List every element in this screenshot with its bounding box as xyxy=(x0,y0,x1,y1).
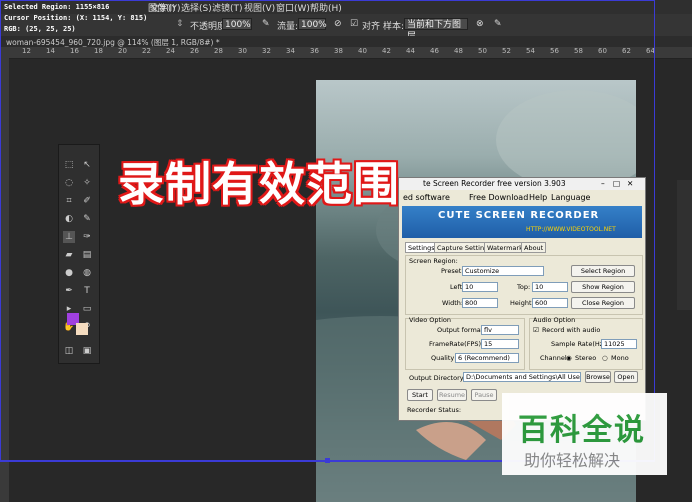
close-icon[interactable]: ✕ xyxy=(627,178,633,190)
lasso-tool-icon[interactable]: ◌ xyxy=(63,177,75,189)
recorder-title: te Screen Recorder free version 3.903 xyxy=(423,179,566,188)
banner-title: CUTE SCREEN RECORDER xyxy=(438,210,600,221)
sample-rate-label: Sample Rate(Hz): xyxy=(551,340,608,348)
preset-select[interactable]: Customize xyxy=(462,266,544,276)
width-field[interactable]: 800 xyxy=(462,298,498,308)
eraser-icon[interactable]: ▰ xyxy=(63,249,75,261)
blur-icon[interactable]: ● xyxy=(63,267,75,279)
tools-panel: ⬚ ↖ ◌ ✧ ⌗ ✐ ◐ ✎ ⊥ ✑ ▰ ▤ ● ◍ ✒ T ▸ ▭ ✋ ⚲ … xyxy=(58,144,100,364)
recorder-menu-software[interactable]: ed software xyxy=(403,193,450,202)
open-button[interactable]: Open xyxy=(614,371,638,383)
tab-watermark[interactable]: Watermark xyxy=(484,242,526,253)
quality-select[interactable]: 6 (Recommend) xyxy=(455,353,519,363)
show-region-button[interactable]: Show Region xyxy=(571,281,635,293)
watermark-subtitle: 助你轻松解决 xyxy=(524,451,621,470)
gradient-icon[interactable]: ▤ xyxy=(81,249,93,261)
recorder-menu-download[interactable]: Free Download xyxy=(469,193,528,202)
marquee-tool-icon[interactable]: ⬚ xyxy=(63,159,75,171)
minimize-icon[interactable]: – xyxy=(601,178,605,190)
width-label: Width: xyxy=(442,299,464,307)
output-format-select[interactable]: flv xyxy=(481,325,519,335)
top-label: Top: xyxy=(517,283,531,291)
screen-mode-icon[interactable]: ▣ xyxy=(81,345,93,357)
sample-rate-select[interactable]: 11025 xyxy=(601,339,637,349)
recorder-titlebar: te Screen Recorder free version 3.903 – … xyxy=(399,178,645,190)
move-tool-icon[interactable]: ↖ xyxy=(81,159,93,171)
tab-settings[interactable]: Settings xyxy=(405,242,438,253)
healing-brush-icon[interactable]: ◐ xyxy=(63,213,75,225)
quick-mask-icon[interactable]: ◫ xyxy=(63,345,75,357)
overlay-caption: 录制有效范围 xyxy=(118,157,400,211)
watermark-box: 百科全说 助你轻松解决 xyxy=(502,393,667,475)
top-field[interactable]: 10 xyxy=(532,282,568,292)
clone-stamp-icon[interactable]: ⊥ xyxy=(63,231,75,243)
recorder-window: te Screen Recorder free version 3.903 – … xyxy=(398,177,646,421)
recorder-banner: CUTE SCREEN RECORDER HTTP://WWW.VIDEOTOO… xyxy=(402,206,642,238)
channel-label: Channel: xyxy=(540,354,569,362)
resume-button[interactable]: Resume xyxy=(437,389,467,401)
select-region-button[interactable]: Select Region xyxy=(571,265,635,277)
tab-about[interactable]: About xyxy=(521,242,547,253)
pause-button[interactable]: Pause xyxy=(471,389,497,401)
output-dir-field[interactable]: D:\Documents and Settings\All Users\scre xyxy=(463,372,581,382)
brush-tool-icon[interactable]: ✎ xyxy=(81,213,93,225)
type-tool-icon[interactable]: T xyxy=(81,285,93,297)
record-audio-label: Record with audio xyxy=(542,326,601,334)
stereo-label: Stereo xyxy=(575,354,597,362)
mono-label: Mono xyxy=(611,354,629,362)
selection-handle[interactable] xyxy=(325,458,330,463)
preset-label: Preset: xyxy=(441,267,464,275)
start-button[interactable]: Start xyxy=(407,389,433,401)
right-panel-strip xyxy=(677,180,692,310)
maximize-icon[interactable]: □ xyxy=(613,178,620,190)
framerate-select[interactable]: 15 xyxy=(481,339,519,349)
banner-url: HTTP://WWW.VIDEOTOOL.NET xyxy=(526,226,616,233)
pen-tool-icon[interactable]: ✒ xyxy=(63,285,75,297)
screen-region-label: Screen Region: xyxy=(409,257,458,265)
close-region-button[interactable]: Close Region xyxy=(571,297,635,309)
height-field[interactable]: 600 xyxy=(532,298,568,308)
status-label: Recorder Status: xyxy=(407,406,462,414)
recorder-menu-help[interactable]: Help xyxy=(529,193,547,202)
eyedropper-icon[interactable]: ✐ xyxy=(81,195,93,207)
region-info-size: Selected Region: 1155×816 xyxy=(4,3,110,11)
crop-tool-icon[interactable]: ⌗ xyxy=(63,195,75,207)
framerate-label: FrameRate(FPS): xyxy=(429,340,484,348)
record-audio-checkbox[interactable]: ☑ xyxy=(533,326,539,334)
dodge-icon[interactable]: ◍ xyxy=(81,267,93,279)
background-color-swatch[interactable] xyxy=(76,323,88,335)
mono-radio[interactable]: ○ xyxy=(602,354,608,362)
region-info-rgb: RGB: (25, 25, 25) xyxy=(4,25,76,33)
left-field[interactable]: 10 xyxy=(462,282,498,292)
video-option-label: Video Option xyxy=(409,316,451,324)
browse-button[interactable]: Browse xyxy=(585,371,611,383)
watermark-title: 百科全说 xyxy=(518,413,646,448)
stereo-radio[interactable]: ◉ xyxy=(566,354,572,362)
output-format-label: Output format: xyxy=(437,326,486,334)
audio-option-label: Audio Option xyxy=(533,316,576,324)
output-dir-label: Output Directory: xyxy=(409,374,466,382)
shape-tool-icon[interactable]: ▭ xyxy=(81,303,93,315)
recorder-menu: ed software Free Download Help Language xyxy=(399,191,645,203)
quick-select-icon[interactable]: ✧ xyxy=(81,177,93,189)
history-brush-icon[interactable]: ✑ xyxy=(81,231,93,243)
quality-label: Quality xyxy=(431,354,455,362)
height-label: Height: xyxy=(510,299,534,307)
recorder-menu-language[interactable]: Language xyxy=(551,193,590,202)
region-info-cursor: Cursor Position: (X: 1154, Y: 815) xyxy=(4,14,148,22)
